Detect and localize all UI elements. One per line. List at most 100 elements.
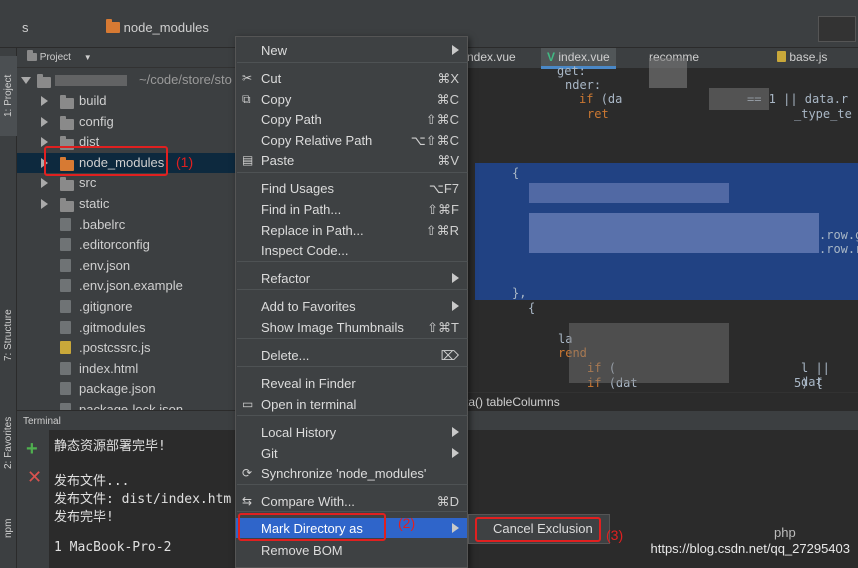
menu-item-cut[interactable]: ✂ Cut ⌘X [236, 68, 467, 88]
tree-item[interactable]: .gitmodules [17, 318, 239, 338]
expand-icon[interactable] [41, 178, 48, 189]
menu-item-label: Add to Favorites [261, 299, 356, 314]
expand-icon[interactable] [41, 199, 48, 209]
code-line: { [528, 301, 536, 315]
tree-item[interactable]: static [17, 194, 239, 214]
tree-item-label: .postcssrc.js [79, 340, 151, 356]
menu-item-shortcut: ⌘D [436, 494, 459, 509]
annotation-box-1 [44, 146, 168, 176]
code-line: { [512, 166, 520, 180]
code-line: ret [587, 107, 609, 121]
redacted-code [649, 58, 687, 88]
tree-item[interactable]: src [17, 173, 239, 193]
menu-item-reveal-in-finder[interactable]: Reveal in Finder [236, 373, 467, 393]
menu-item-shortcut: ⇧⌘R [425, 223, 459, 238]
file-icon [60, 300, 71, 316]
menu-item-add-to-favorites[interactable]: Add to Favorites [236, 296, 467, 316]
tree-item[interactable]: .env.json [17, 256, 239, 276]
file-icon [60, 382, 71, 398]
method-path[interactable]: ta() tableColumns [465, 395, 560, 409]
tree-item[interactable]: build [17, 91, 239, 111]
tree-item[interactable]: .gitignore [17, 297, 239, 317]
folder-icon [37, 74, 51, 90]
menu-item-compare-with[interactable]: ⇆ Compare With... ⌘D [236, 491, 467, 511]
sync-icon: ⟳ [242, 466, 253, 480]
expand-icon[interactable] [41, 96, 48, 106]
tree-item[interactable]: .babelrc [17, 215, 239, 235]
js-file-icon [777, 51, 786, 62]
annotation-label-3: (3) [606, 527, 624, 543]
folder-icon [60, 177, 74, 193]
menu-item-remove-bom[interactable]: Remove BOM [236, 540, 467, 560]
tree-item-label: .env.json [79, 257, 131, 273]
menu-item-find-usages[interactable]: Find Usages ⌥F7 [236, 178, 467, 198]
php-watermark: php [774, 525, 796, 540]
file-icon [60, 279, 71, 295]
menu-item-copy[interactable]: ⧉ Copy ⌘C [236, 89, 467, 109]
menu-item-copy-relative-path[interactable]: Copy Relative Path ⌥⇧⌘C [236, 130, 467, 150]
terminal-line: 发布文件... [54, 474, 130, 489]
project-icon [27, 50, 37, 61]
menu-separator [237, 366, 468, 367]
tree-root[interactable]: ~/code/store/sto [17, 70, 239, 90]
menu-item-copy-path[interactable]: Copy Path ⇧⌘C [236, 109, 467, 129]
menu-separator [237, 484, 468, 485]
run-config-button[interactable] [818, 16, 856, 42]
tree-item-label: .babelrc [79, 216, 126, 232]
menu-item-label: Copy Path [261, 112, 322, 127]
menu-item-synchronize-node-modules[interactable]: ⟳ Synchronize 'node_modules' [236, 463, 467, 483]
menu-item-inspect-code[interactable]: Inspect Code... [236, 240, 467, 260]
terminal-toolbar: + ✕ [17, 430, 49, 568]
vue-icon: V [547, 50, 556, 64]
chevron-down-icon[interactable]: ▼ [84, 53, 92, 62]
tree-item-label: config [79, 113, 114, 129]
url-watermark: https://blog.csdn.net/qq_27295403 [650, 541, 851, 556]
redacted-project-name [55, 75, 127, 86]
tree-item[interactable]: .postcssrc.js [17, 338, 239, 358]
tree-item[interactable]: config [17, 112, 239, 132]
tab-structure[interactable]: 7: Structure [0, 293, 17, 378]
code-line: }, [512, 286, 527, 300]
menu-item-show-image-thumbnails[interactable]: Show Image Thumbnails ⇧⌘T [236, 317, 467, 337]
tab-npm[interactable]: npm [0, 508, 17, 548]
breadcrumb-node-modules[interactable]: node_modules [106, 19, 209, 35]
project-panel: Project ▼ ~/code/store/sto build config di… [17, 48, 239, 417]
folder-icon [60, 95, 74, 111]
compare-icon: ⇆ [242, 494, 253, 508]
terminal-icon: ▭ [242, 397, 254, 411]
project-view-label: Project [39, 52, 71, 63]
close-icon[interactable]: ✕ [27, 467, 42, 488]
tab-favorites[interactable]: 2: Favorites [0, 403, 17, 483]
redacted-code [529, 183, 729, 203]
breadcrumb-root[interactable]: s [22, 20, 29, 35]
menu-item-replace-in-path[interactable]: Replace in Path... ⇧⌘R [236, 220, 467, 240]
terminal-line: 静态资源部署完毕! [54, 439, 166, 454]
menu-item-open-in-terminal[interactable]: ▭ Open in terminal [236, 394, 467, 414]
tree-item[interactable]: package.json [17, 379, 239, 399]
tree-item-label: .gitignore [79, 299, 133, 314]
menu-item-local-history[interactable]: Local History [236, 422, 467, 442]
tree-item[interactable]: .env.json.example [17, 276, 239, 296]
submenu-arrow-icon [452, 523, 459, 533]
file-icon [60, 361, 71, 378]
tree-item[interactable]: .editorconfig [17, 235, 239, 255]
submenu-arrow-icon [452, 45, 459, 55]
add-terminal-icon[interactable]: + [26, 438, 38, 461]
tree-item-label: build [79, 93, 107, 108]
menu-item-paste[interactable]: ▤ Paste ⌘V [236, 150, 467, 170]
expand-icon[interactable] [41, 116, 48, 127]
menu-item-new[interactable]: New [236, 40, 467, 60]
expand-icon[interactable] [21, 77, 31, 84]
tab-project[interactable]: 1: Project [0, 56, 17, 136]
tab-ndex-vue[interactable]: ndex.vue [467, 50, 516, 64]
menu-item-refactor[interactable]: Refactor [236, 268, 467, 288]
menu-item-git[interactable]: Git [236, 443, 467, 463]
project-panel-header[interactable]: Project ▼ [17, 48, 239, 68]
menu-item-delete[interactable]: Delete... ⌦ [236, 345, 467, 365]
menu-item-label: Local History [261, 425, 337, 440]
file-icon [60, 217, 71, 234]
menu-item-find-in-path[interactable]: Find in Path... ⇧⌘F [236, 199, 467, 219]
tree-item[interactable]: index.html [17, 359, 239, 379]
scissors-icon: ✂ [242, 71, 253, 85]
tab-base-js[interactable]: base.js [777, 50, 827, 64]
